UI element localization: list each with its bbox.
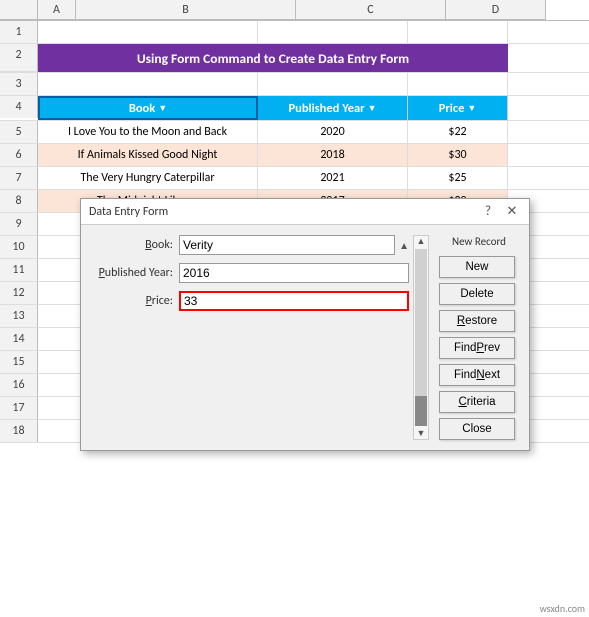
row-num-12: 12 <box>0 282 38 304</box>
dialog-buttons: New Record New Delete Restore Find Prev … <box>439 235 519 440</box>
header-year: Published Year ▼ <box>258 96 408 120</box>
header-price: Price ▼ <box>408 96 508 120</box>
row-num-11: 11 <box>0 259 38 281</box>
scrollbar-down-icon[interactable]: ▼ <box>417 428 426 439</box>
row-num-5: 5 <box>0 121 38 143</box>
row-num-1: 1 <box>0 21 38 43</box>
year-label: Published Year: <box>91 266 179 280</box>
cell-6b: If Animals Kissed Good Night <box>38 144 258 166</box>
book-input-wrap: ▲ <box>179 235 409 255</box>
cell-6c: 2018 <box>258 144 408 166</box>
cell-6d: $30 <box>408 144 508 166</box>
price-input[interactable] <box>179 291 409 311</box>
new-record-label: New Record <box>439 235 519 248</box>
cell-3b <box>38 73 258 95</box>
row-num-15: 15 <box>0 351 38 373</box>
book-label: Book: <box>91 238 179 252</box>
row-num-8: 8 <box>0 190 38 212</box>
col-header-b: B <box>76 0 296 20</box>
dialog-close-button[interactable]: ✕ <box>503 204 521 219</box>
cell-5d: $22 <box>408 121 508 143</box>
dialog-title: Data Entry Form <box>89 205 168 219</box>
row-num-4: 4 <box>0 96 38 118</box>
cell-1c <box>258 21 408 43</box>
cell-7c: 2021 <box>258 167 408 189</box>
row-3: 3 <box>0 73 589 96</box>
cell-1d <box>408 21 508 43</box>
dialog-form: Book: ▲ Published Year: Price: <box>91 235 409 440</box>
delete-button[interactable]: Delete <box>439 283 515 305</box>
col-header-d: D <box>446 0 546 20</box>
cell-5c: 2020 <box>258 121 408 143</box>
table-row: 6 If Animals Kissed Good Night 2018 $30 <box>0 144 589 167</box>
scrollbar-thumb[interactable] <box>415 396 427 426</box>
book-form-row: Book: ▲ <box>91 235 409 255</box>
title-spacer: 2 <box>0 44 38 72</box>
row-num-6: 6 <box>0 144 38 166</box>
scrollbar-track[interactable] <box>415 249 427 426</box>
row-num-16: 16 <box>0 374 38 396</box>
row-1: 1 <box>0 21 589 44</box>
row-num-10: 10 <box>0 236 38 258</box>
price-dropdown-icon[interactable]: ▼ <box>467 103 476 114</box>
col-header-a: A <box>38 0 76 20</box>
price-form-row: Price: <box>91 291 409 311</box>
new-button[interactable]: New <box>439 256 515 278</box>
data-entry-dialog: Data Entry Form ? ✕ Book: ▲ Published Y <box>80 198 530 451</box>
dialog-title-buttons: ? ✕ <box>479 204 521 219</box>
corner-cell <box>0 0 38 20</box>
cell-5b: I Love You to the Moon and Back <box>38 121 258 143</box>
table-row: 5 I Love You to the Moon and Back 2020 $… <box>0 121 589 144</box>
price-label: Price: <box>91 294 179 308</box>
year-form-row: Published Year: <box>91 263 409 283</box>
title-row: 2 Using Form Command to Create Data Entr… <box>0 44 589 73</box>
row-num-18: 18 <box>0 420 38 442</box>
cell-3c <box>258 73 408 95</box>
book-dropdown-icon[interactable]: ▼ <box>158 103 167 114</box>
year-input[interactable] <box>179 263 409 283</box>
close-dialog-button[interactable]: Close <box>439 418 515 440</box>
cell-7b: The Very Hungry Caterpillar <box>38 167 258 189</box>
spreadsheet-title: Using Form Command to Create Data Entry … <box>38 44 508 72</box>
table-header-row: 4 Book ▼ Published Year ▼ Price ▼ <box>0 96 589 121</box>
criteria-button[interactable]: Criteria <box>439 391 515 413</box>
row-num-3: 3 <box>0 73 38 95</box>
dialog-help-button[interactable]: ? <box>479 204 497 219</box>
year-input-wrap <box>179 263 409 283</box>
header-book: Book ▼ <box>38 96 258 120</box>
column-headers: A B C D <box>0 0 589 21</box>
book-scroll-up-icon[interactable]: ▲ <box>399 239 409 252</box>
row-num-7: 7 <box>0 167 38 189</box>
cell-1b <box>38 21 258 43</box>
table-row: 7 The Very Hungry Caterpillar 2021 $25 <box>0 167 589 190</box>
cell-7d: $25 <box>408 167 508 189</box>
cell-3d <box>408 73 508 95</box>
find-prev-button[interactable]: Find Prev <box>439 337 515 359</box>
year-dropdown-icon[interactable]: ▼ <box>368 103 377 114</box>
book-input[interactable] <box>179 235 395 255</box>
row-num-14: 14 <box>0 328 38 350</box>
row-num-9: 9 <box>0 213 38 235</box>
dialog-body: Book: ▲ Published Year: Price: <box>81 225 529 450</box>
find-next-button[interactable]: Find Next <box>439 364 515 386</box>
watermark: wsxdn.com <box>540 602 585 615</box>
col-header-c: C <box>296 0 446 20</box>
row-num-13: 13 <box>0 305 38 327</box>
restore-button[interactable]: Restore <box>439 310 515 332</box>
price-input-wrap <box>179 291 409 311</box>
scrollbar-up-icon[interactable]: ▲ <box>417 236 426 247</box>
dialog-titlebar: Data Entry Form ? ✕ <box>81 199 529 225</box>
row-num-17: 17 <box>0 397 38 419</box>
